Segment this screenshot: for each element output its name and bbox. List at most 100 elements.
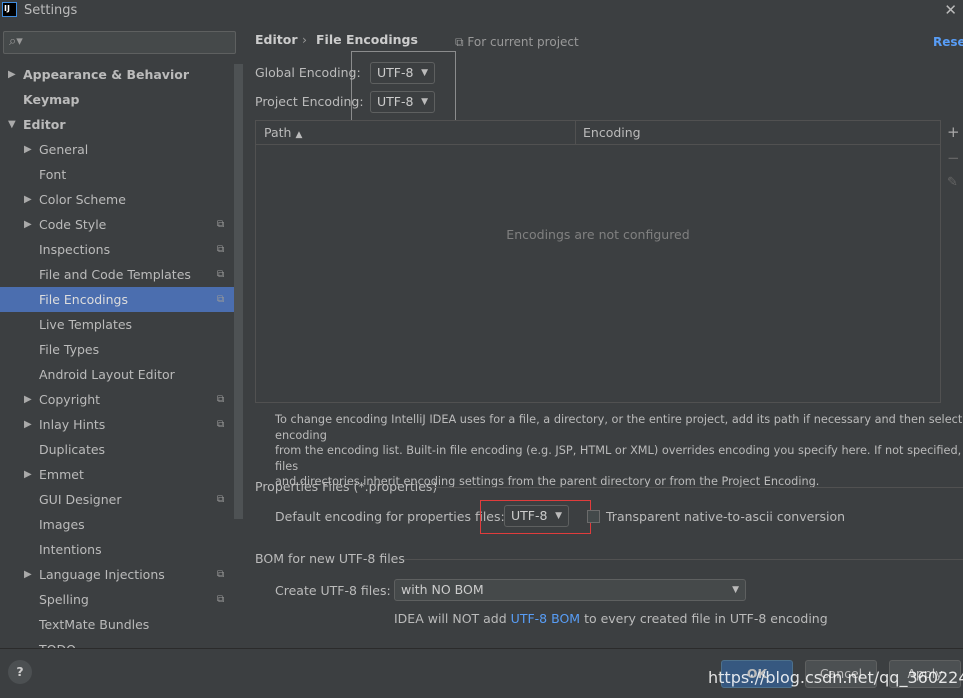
transparent-conversion-checkbox[interactable] [587, 510, 600, 523]
close-icon[interactable]: ✕ [944, 1, 957, 19]
project-encoding-label: Project Encoding: [255, 94, 364, 109]
bom-note-text: to every created file in UTF-8 encoding [584, 611, 828, 626]
sidebar-item-label: Spelling [39, 592, 89, 607]
sidebar-item[interactable]: ▶ General [0, 137, 234, 162]
sidebar-item-label: GUI Designer [39, 492, 122, 507]
edit-icon[interactable]: ✎ [947, 175, 958, 190]
chevron-down-icon[interactable]: ▼ [8, 112, 16, 137]
title-bar: IJ Settings ✕ [0, 0, 963, 22]
sidebar-item[interactable]: ▼ Editor [0, 112, 234, 137]
sidebar-scrollbar[interactable] [234, 64, 243, 519]
sidebar-item-label: TextMate Bundles [39, 617, 150, 632]
help-button[interactable]: ? [8, 660, 32, 684]
column-path[interactable]: Path ▲ [264, 125, 302, 140]
sidebar-item[interactable]: Spelling ⧉ [0, 587, 234, 612]
sidebar-item-label: Appearance & Behavior [23, 67, 189, 82]
project-scope-icon: ⧉ [217, 219, 225, 230]
help-line: from the encoding list. Built-in file en… [275, 444, 962, 473]
reset-link[interactable]: Reset [933, 35, 963, 49]
chevron-right-icon[interactable]: ▶ [24, 562, 32, 587]
project-scope-icon: ⧉ [217, 569, 225, 580]
project-scope-icon: ⧉ [217, 294, 225, 305]
sidebar-item[interactable]: File Encodings ⧉ [0, 287, 234, 312]
transparent-conversion-label[interactable]: Transparent native-to-ascii conversion [606, 509, 845, 524]
bom-select-value: with NO BOM [401, 582, 484, 597]
help-text: To change encoding IntelliJ IDEA uses fo… [275, 412, 963, 490]
sidebar-item-label: General [39, 142, 89, 157]
copy-icon: ⧉ [455, 35, 468, 49]
global-encoding-label: Global Encoding: [255, 65, 361, 80]
sidebar-item-label: Editor [23, 117, 66, 132]
watermark: https://blog.csdn.net/qq_36022463 [708, 668, 963, 687]
sidebar-item[interactable]: Font [0, 162, 234, 187]
project-scope-icon: ⧉ [217, 494, 225, 505]
sidebar-item[interactable]: Intentions [0, 537, 234, 562]
sidebar-item[interactable]: ▶ Appearance & Behavior [0, 62, 234, 87]
chevron-right-icon[interactable]: ▶ [24, 137, 32, 162]
add-icon[interactable]: + [947, 123, 960, 141]
breadcrumb-separator: › [302, 32, 307, 47]
chevron-right-icon[interactable]: ▶ [24, 412, 32, 437]
sidebar-item[interactable]: TODO [0, 637, 234, 648]
sidebar-item[interactable]: GUI Designer ⧉ [0, 487, 234, 512]
sidebar-item-label: Inlay Hints [39, 417, 106, 432]
sidebar-item-label: File Encodings [39, 292, 129, 307]
column-divider [575, 121, 576, 145]
project-scope-icon: ⧉ [217, 244, 225, 255]
sidebar-item[interactable]: Images [0, 512, 234, 537]
bom-section-title: BOM for new UTF-8 files [255, 551, 405, 566]
window-title: Settings [24, 3, 78, 18]
dropdown-arrow-icon: ▼ [732, 585, 739, 595]
breadcrumb-file-encodings: File Encodings [316, 32, 418, 47]
sidebar-item-label: TODO [39, 637, 76, 648]
breadcrumb-editor[interactable]: Editor [255, 32, 298, 47]
table-header: Path ▲ Encoding [256, 121, 940, 145]
sidebar-item[interactable]: ▶ Language Injections ⧉ [0, 562, 234, 587]
divider [404, 559, 963, 560]
column-encoding[interactable]: Encoding [583, 125, 641, 140]
scope-label: For current project [467, 35, 579, 49]
sidebar-item[interactable]: Keymap [0, 87, 234, 112]
sidebar-item[interactable]: Live Templates [0, 312, 234, 337]
sidebar-item-label: Duplicates [39, 442, 106, 457]
sidebar-item[interactable]: ▶ Code Style ⧉ [0, 212, 234, 237]
empty-table-text: Encodings are not configured [506, 227, 690, 242]
bom-note-text: IDEA will NOT add [394, 611, 507, 626]
properties-section-title: Properties Files (*.properties) [255, 479, 438, 494]
project-scope-icon: ⧉ [217, 269, 225, 280]
sidebar-item-label: Copyright [39, 392, 101, 407]
sidebar-item[interactable]: ▶ Emmet [0, 462, 234, 487]
annotation-box [480, 500, 591, 534]
sidebar-item-label: Keymap [23, 92, 80, 107]
create-utf8-label: Create UTF-8 files: [275, 583, 391, 598]
chevron-right-icon[interactable]: ▶ [24, 462, 32, 487]
chevron-right-icon[interactable]: ▶ [24, 187, 32, 212]
sidebar-item[interactable]: File Types [0, 337, 234, 362]
sidebar-item-label: Live Templates [39, 317, 133, 332]
remove-icon[interactable]: − [947, 149, 960, 167]
sidebar-item-label: Images [39, 517, 85, 532]
app-logo: IJ [2, 2, 17, 17]
chevron-right-icon[interactable]: ▶ [24, 387, 32, 412]
sidebar-item-label: Emmet [39, 467, 84, 482]
sidebar-item-label: Font [39, 167, 67, 182]
sidebar-item[interactable]: ▶ Color Scheme [0, 187, 234, 212]
search-input[interactable]: ⌕▾ [3, 31, 236, 54]
utf8-bom-link[interactable]: UTF-8 BOM [511, 611, 580, 626]
sort-ascending-icon: ▲ [295, 130, 303, 140]
chevron-right-icon[interactable]: ▶ [8, 62, 16, 87]
sidebar-item[interactable]: Android Layout Editor [0, 362, 234, 387]
sidebar-item-label: File and Code Templates [39, 267, 191, 282]
sidebar-item[interactable]: ▶ Copyright ⧉ [0, 387, 234, 412]
sidebar-item-label: Language Injections [39, 567, 165, 582]
bom-select[interactable]: with NO BOM ▼ [394, 579, 746, 601]
properties-default-label: Default encoding for properties files: [275, 509, 505, 524]
sidebar-item[interactable]: Duplicates [0, 437, 234, 462]
sidebar-item[interactable]: ▶ Inlay Hints ⧉ [0, 412, 234, 437]
chevron-right-icon[interactable]: ▶ [24, 212, 32, 237]
bom-note: IDEA will NOT add UTF-8 BOM to every cre… [394, 611, 828, 626]
sidebar-item[interactable]: TextMate Bundles [0, 612, 234, 637]
column-path-label: Path [264, 125, 292, 140]
sidebar-item[interactable]: File and Code Templates ⧉ [0, 262, 234, 287]
sidebar-item[interactable]: Inspections ⧉ [0, 237, 234, 262]
